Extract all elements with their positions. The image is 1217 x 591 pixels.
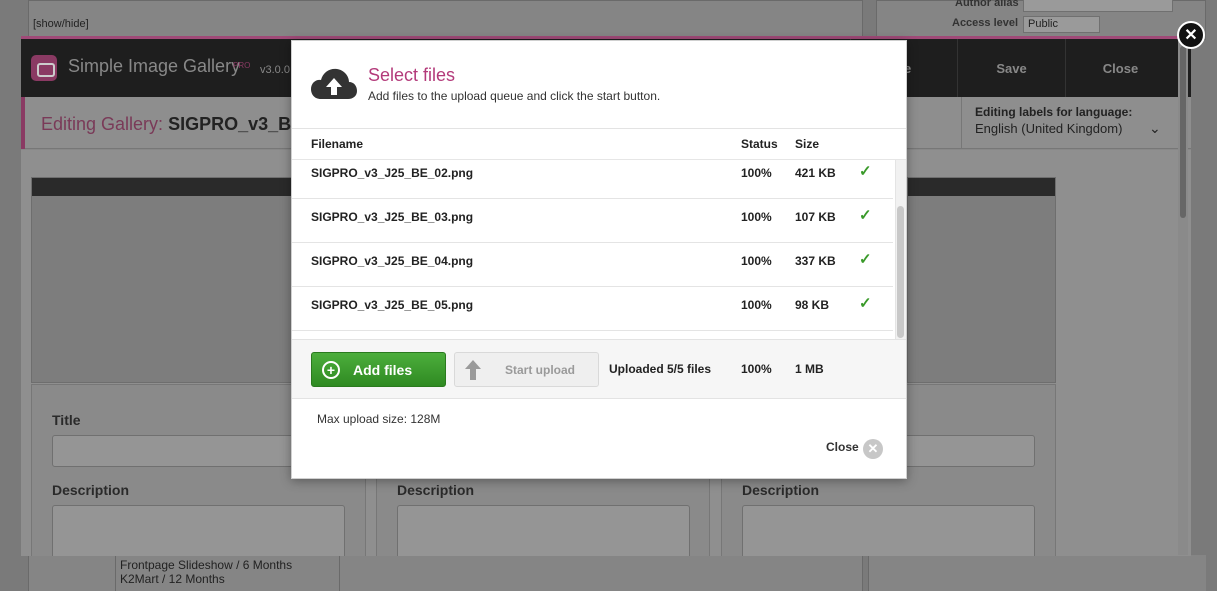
access-level-label: Access level [952, 17, 1019, 29]
title-label: Title [52, 412, 81, 428]
file-row: SIGPRO_v3_J25_BE_04.png 100% 337 KB ✓ [292, 243, 893, 287]
save-button[interactable]: Save [957, 39, 1065, 97]
description-input[interactable] [52, 505, 345, 556]
checkmark-icon: ✓ [859, 251, 872, 268]
author-alias-input[interactable] [1023, 0, 1173, 12]
background-panel-left [28, 0, 863, 40]
dialog-title: Select files [368, 65, 456, 85]
app-version: v3.0.0 [260, 64, 290, 76]
file-status: 100% [741, 210, 772, 224]
total-size: 1 MB [795, 362, 824, 376]
background-bottom-right [868, 555, 1206, 591]
add-files-label: Add files [353, 361, 413, 378]
modal-scrollbar-thumb[interactable] [1180, 46, 1186, 218]
start-upload-button[interactable]: Start upload [454, 352, 599, 387]
file-row: SIGPRO_v3_J25_BE_05.png 100% 98 KB ✓ [292, 287, 893, 331]
close-button[interactable]: Close [1065, 39, 1175, 97]
cloud-upload-icon [311, 68, 357, 99]
author-alias-label: Author alias [955, 0, 1019, 9]
checkmark-icon: ✓ [859, 163, 872, 180]
description-input[interactable] [742, 505, 1035, 556]
plus-icon: + [322, 360, 340, 379]
file-name: SIGPRO_v3_J25_BE_05.png [311, 298, 474, 312]
checkmark-icon: ✓ [859, 295, 872, 312]
arrow-up-icon [465, 359, 481, 380]
language-value: English (United Kingdom) [975, 121, 1123, 136]
editing-gallery-heading: Editing Gallery: SIGPRO_v3_BE_2 [41, 114, 323, 135]
start-upload-label: Start upload [505, 362, 576, 377]
description-label: Description [52, 482, 130, 498]
upload-file-list: SIGPRO_v3_J25_BE_02.png 100% 421 KB ✓ SI… [292, 160, 906, 340]
list-item: Frontpage Slideshow / 6 Months [120, 558, 293, 572]
upload-dialog-header: Select files Add files to the upload que… [292, 41, 906, 129]
file-size: 421 KB [795, 166, 836, 180]
dialog-close-link[interactable]: Close [826, 440, 859, 454]
file-size: 98 KB [795, 298, 830, 312]
pro-badge: PRO [233, 61, 251, 70]
editing-prefix: Editing Gallery: [41, 114, 164, 134]
file-status: 100% [741, 166, 772, 180]
language-label: Editing labels for language: [975, 105, 1133, 119]
file-size: 107 KB [795, 210, 836, 224]
gallery-image-thumbnail[interactable] [907, 177, 1056, 383]
description-input[interactable] [397, 505, 690, 556]
file-list-scrollbar-thumb[interactable] [897, 206, 904, 338]
subheader-accent [21, 97, 25, 149]
description-label: Description [742, 482, 820, 498]
upload-dialog: Select files Add files to the upload que… [291, 40, 907, 479]
max-upload-size: Max upload size: 128M [317, 412, 441, 426]
app-title: Simple Image Gallery [68, 56, 241, 76]
subscription-list: Frontpage Slideshow / 6 Months K2Mart / … [120, 558, 292, 586]
close-icon[interactable]: ✕ [1177, 21, 1205, 49]
dialog-subtitle: Add files to the upload queue and click … [368, 89, 661, 103]
file-size: 337 KB [795, 254, 836, 268]
thumbnail-toolbar [908, 178, 1055, 196]
column-header-filename: Filename [311, 137, 364, 151]
show-hide-link[interactable]: [show/hide] [33, 18, 89, 30]
column-header-size: Size [795, 137, 820, 151]
file-status: 100% [741, 254, 772, 268]
camera-icon [31, 55, 57, 81]
file-row: SIGPRO_v3_J25_BE_02.png 100% 421 KB ✓ [292, 160, 893, 199]
checkmark-icon: ✓ [859, 207, 872, 224]
column-header-status: Status [741, 137, 778, 151]
total-status: 100% [741, 362, 772, 376]
add-files-button[interactable]: + Add files [311, 352, 446, 387]
uploaded-count: Uploaded 5/5 files [609, 362, 712, 376]
file-name: SIGPRO_v3_J25_BE_03.png [311, 210, 474, 224]
file-name: SIGPRO_v3_J25_BE_04.png [311, 254, 474, 268]
file-name: SIGPRO_v3_J25_BE_02.png [311, 166, 474, 180]
description-label: Description [397, 482, 475, 498]
chevron-down-icon[interactable]: ⌄ [1149, 120, 1161, 137]
file-row: SIGPRO_v3_J25_BE_03.png 100% 107 KB ✓ [292, 199, 893, 243]
file-status: 100% [741, 298, 772, 312]
close-icon[interactable]: ✕ [863, 439, 883, 459]
access-level-select[interactable]: Public [1023, 16, 1100, 33]
list-item: K2Mart / 12 Months [120, 572, 225, 586]
